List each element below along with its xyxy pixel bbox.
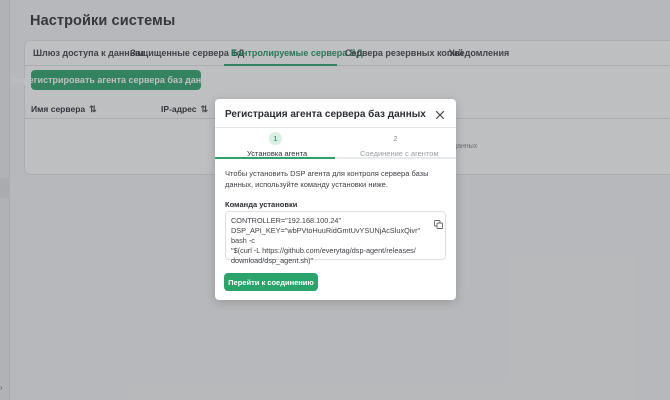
- step-1-indicator: 1: [269, 132, 282, 145]
- go-to-connection-button[interactable]: Перейти к соединению: [224, 273, 318, 291]
- stepper: 1 2 Установка агента Соединение с агенто…: [215, 132, 456, 160]
- close-icon[interactable]: [435, 110, 445, 120]
- copy-icon[interactable]: [434, 216, 443, 229]
- command-text[interactable]: CONTROLLER="192.168.100.24" DSP_API_KEY=…: [231, 216, 431, 266]
- modal-divider: [215, 127, 456, 128]
- step-2-indicator: 2: [389, 132, 402, 145]
- command-box[interactable]: CONTROLLER="192.168.100.24" DSP_API_KEY=…: [225, 211, 446, 265]
- register-agent-modal: Регистрация агента сервера баз данных 1 …: [215, 99, 456, 300]
- modal-title: Регистрация агента сервера баз данных: [225, 109, 426, 120]
- modal-description: Чтобы установить DSP агента для контроля…: [225, 169, 429, 189]
- step-progress: [215, 157, 335, 159]
- command-label: Команда установки: [225, 200, 298, 209]
